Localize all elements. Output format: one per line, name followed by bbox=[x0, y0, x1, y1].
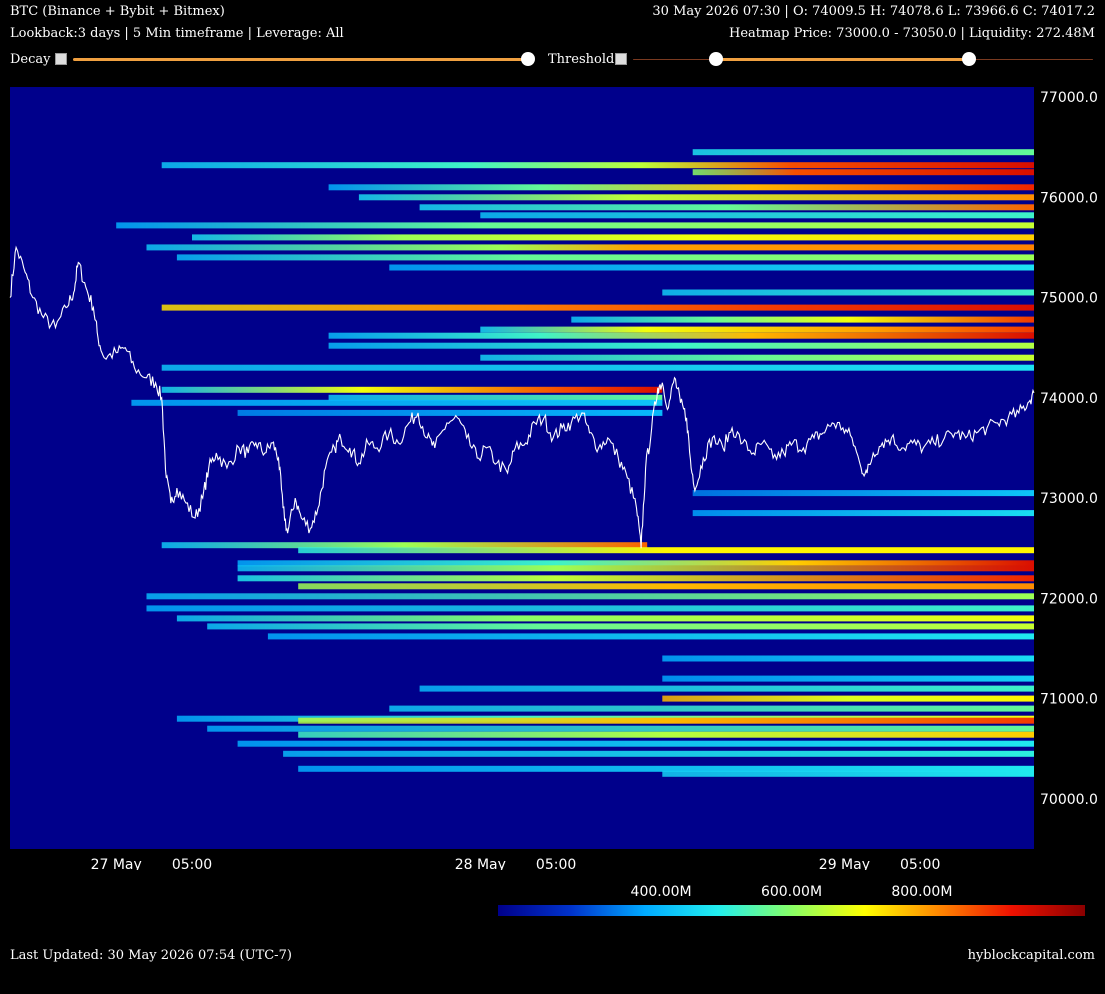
threshold-slider-range bbox=[715, 58, 969, 61]
liquidity-band bbox=[692, 490, 1034, 497]
liquidity-band bbox=[662, 770, 1034, 777]
liquidity-band bbox=[298, 547, 1034, 554]
y-tick-label: 73000.0 bbox=[1040, 491, 1098, 507]
liquidity-band bbox=[692, 510, 1034, 517]
liquidity-band bbox=[358, 194, 1034, 201]
liquidity-band bbox=[161, 364, 1034, 371]
liquidation-heatmap: 77000.0 76000.0 75000.0 74000.0 73000.0 72000… bbox=[9, 87, 1098, 870]
brand-link[interactable]: hyblockcapital.com bbox=[968, 948, 1095, 964]
decay-label: Decay bbox=[10, 52, 51, 67]
liquidity-band bbox=[237, 565, 1035, 572]
liquidity-band bbox=[161, 162, 1034, 169]
liquidity-band bbox=[389, 705, 1034, 712]
liquidity-band bbox=[237, 740, 1035, 747]
liquidity-band bbox=[692, 149, 1034, 156]
liquidity-band bbox=[662, 695, 1034, 702]
liquidity-band bbox=[146, 605, 1034, 612]
liquidity-band bbox=[328, 184, 1035, 191]
liquidity-band bbox=[176, 254, 1034, 261]
ohlc-readout: 30 May 2026 07:30 | O: 74009.5 H: 74078.… bbox=[652, 4, 1095, 19]
x-tick-label: 05:00 bbox=[900, 857, 940, 870]
liquidity-band bbox=[298, 717, 1034, 724]
liquidity-band bbox=[131, 399, 663, 406]
broken-image-icon bbox=[54, 53, 67, 65]
decay-slider-handle[interactable] bbox=[521, 52, 535, 66]
y-tick-label: 72000.0 bbox=[1040, 591, 1098, 607]
liquidity-band bbox=[571, 316, 1034, 323]
threshold-label: Threshold bbox=[548, 52, 615, 67]
liquidity-band bbox=[662, 289, 1034, 296]
y-tick-label: 77000.0 bbox=[1040, 90, 1098, 106]
liquidity-band bbox=[116, 222, 1034, 229]
liquidity-band bbox=[267, 633, 1034, 640]
liquidity-band bbox=[389, 264, 1034, 271]
y-tick-label: 75000.0 bbox=[1040, 291, 1098, 307]
y-tick-label: 70000.0 bbox=[1040, 792, 1098, 808]
x-tick-label: 05:00 bbox=[172, 857, 212, 870]
liquidity-band bbox=[237, 575, 1035, 582]
x-tick-label: 27 May bbox=[91, 857, 142, 870]
liquidity-band bbox=[161, 386, 663, 393]
threshold-high-handle[interactable] bbox=[961, 52, 976, 66]
scale-label: 400.00M bbox=[630, 884, 692, 900]
x-tick-label: 29 May bbox=[819, 857, 870, 870]
liquidity-band bbox=[328, 342, 1035, 349]
color-scale-legend: 400.00M 600.00M 800.00M bbox=[498, 880, 1088, 920]
decay-slider[interactable] bbox=[73, 58, 528, 61]
liquidity-band bbox=[146, 593, 1034, 600]
liquidity-band bbox=[192, 234, 1034, 241]
y-tick-label: 74000.0 bbox=[1040, 391, 1098, 407]
y-tick-label: 76000.0 bbox=[1040, 190, 1098, 206]
liquidity-band bbox=[298, 583, 1034, 590]
liquidity-band bbox=[207, 623, 1034, 630]
liquidity-band bbox=[237, 409, 663, 416]
liquidity-band bbox=[480, 354, 1034, 361]
liquidity-band bbox=[298, 731, 1034, 738]
liquidity-band bbox=[480, 326, 1034, 333]
liquidity-band bbox=[161, 304, 1034, 311]
liquidity-band bbox=[480, 212, 1034, 219]
liquidity-band bbox=[662, 675, 1034, 682]
liquidity-band bbox=[207, 725, 1034, 732]
x-tick-label: 05:00 bbox=[536, 857, 576, 870]
settings-summary: Lookback:3 days | 5 Min timeframe | Leve… bbox=[10, 26, 344, 41]
liquidity-band bbox=[692, 169, 1034, 176]
threshold-low-handle[interactable] bbox=[708, 52, 723, 66]
liquidity-band bbox=[176, 615, 1034, 622]
y-tick-label: 71000.0 bbox=[1040, 692, 1098, 708]
liquidity-band bbox=[146, 244, 1034, 251]
color-scale-bar bbox=[498, 905, 1085, 916]
chart-title: BTC (Binance + Bybit + Bitmex) bbox=[10, 4, 225, 19]
decay-control: Decay bbox=[10, 52, 67, 67]
liquidity-band bbox=[328, 332, 1035, 339]
liquidity-band bbox=[662, 655, 1034, 662]
y-axis: 77000.0 76000.0 75000.0 74000.0 73000.0 72000… bbox=[1040, 90, 1098, 808]
broken-image-icon bbox=[615, 53, 628, 65]
scale-label: 800.00M bbox=[891, 884, 953, 900]
heatmap-readout: Heatmap Price: 73000.0 - 73050.0 | Liqui… bbox=[729, 26, 1095, 41]
threshold-control: Threshold bbox=[548, 52, 628, 67]
liquidity-band bbox=[283, 750, 1035, 757]
last-updated: Last Updated: 30 May 2026 07:54 (UTC-7) bbox=[10, 948, 292, 963]
controls-bar: Decay Threshold bbox=[0, 48, 1105, 72]
x-axis: 27 May 05:00 28 May 05:00 29 May 05:00 bbox=[91, 857, 941, 870]
x-tick-label: 28 May bbox=[455, 857, 506, 870]
scale-label: 600.00M bbox=[760, 884, 823, 900]
liquidity-band bbox=[419, 204, 1035, 211]
liquidity-band bbox=[419, 685, 1035, 692]
